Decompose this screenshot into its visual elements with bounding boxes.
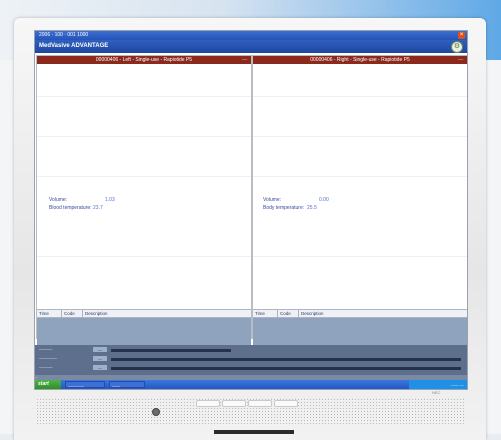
grid-line [37, 256, 251, 257]
right-events-table-header: Time Code Description [253, 309, 467, 318]
col-description[interactable]: Description [299, 310, 461, 317]
volume-label: Volume: [263, 197, 282, 203]
grid-line [37, 96, 251, 97]
status-chip: — [93, 365, 107, 370]
window-title: 2006 · 100 · 001 1000 [39, 32, 89, 38]
temperature-value: 23.7 [93, 205, 103, 211]
right-readout: Volume: 0.00 Body temperature: 25.5 [263, 196, 329, 212]
right-pane-close-icon[interactable]: — [458, 56, 463, 64]
col-time[interactable]: Time [253, 310, 278, 317]
left-events-table-header: Time Code Description [37, 309, 251, 318]
window-titlebar[interactable]: 2006 · 100 · 001 1000 × [35, 31, 467, 40]
col-code[interactable]: Code [278, 310, 299, 317]
taskbar-item[interactable]: —— [109, 381, 145, 388]
status-chip: — [93, 347, 107, 352]
left-pane-header: 00000406 - Left - Single-use - Rapiotide… [37, 56, 251, 64]
status-progress-bar [111, 367, 461, 370]
taskbar-item[interactable]: ———— [65, 381, 105, 388]
status-progress-bar [111, 349, 231, 352]
status-row-label: ——— [39, 365, 53, 370]
left-pane-close-icon[interactable]: — [242, 56, 247, 64]
close-icon[interactable]: × [458, 32, 465, 39]
taskbar: start ———— —— —— — [35, 380, 467, 389]
monitor-button[interactable] [196, 400, 220, 407]
temperature-label: Blood temperature: [49, 205, 92, 211]
status-row-label: ———— [39, 356, 57, 361]
grid-line [253, 96, 467, 97]
monitor-button[interactable] [222, 400, 246, 407]
info-text: ... [35, 375, 38, 379]
volume-value: 1.03 [105, 197, 115, 203]
app-logo-icon: ⚙ [451, 41, 463, 53]
volume-label: Volume: [49, 197, 68, 203]
monitor-stand [214, 430, 294, 434]
left-pane-title: 00000406 - Left - Single-use - Rapiotide… [95, 57, 193, 63]
monitor-buttons [196, 400, 316, 410]
left-pane: 00000406 - Left - Single-use - Rapiotide… [36, 55, 252, 368]
monitor-screen: 2006 · 100 · 001 1000 × MedVasive ADVANT… [34, 30, 468, 390]
grid-line [253, 256, 467, 257]
temperature-label: Body temperature: [263, 205, 305, 211]
app-title: MedVasive ADVANTAGE [39, 43, 109, 49]
grid-line [37, 176, 251, 177]
monitor-button[interactable] [248, 400, 272, 407]
status-panel: ——— — ———— — ——— — [35, 345, 467, 375]
status-row-label: ——— [39, 347, 53, 352]
col-description[interactable]: Description [83, 310, 245, 317]
start-button[interactable]: start [35, 380, 61, 389]
status-progress-bar [111, 358, 461, 361]
grid-line [253, 136, 467, 137]
temperature-value: 25.5 [307, 205, 317, 211]
right-pane-title: 00000406 - Right - Single-use - Rapiotid… [310, 57, 410, 63]
col-time[interactable]: Time [37, 310, 62, 317]
col-code[interactable]: Code [62, 310, 83, 317]
right-pane: 00000406 - Right - Single-use - Rapiotid… [252, 55, 467, 368]
volume-value: 0.00 [319, 197, 329, 203]
status-chip: — [93, 356, 107, 361]
app-header: MedVasive ADVANTAGE ⚙ [35, 40, 467, 53]
left-readout: Volume: 1.03 Blood temperature:23.7 [49, 196, 115, 212]
brand-logo: NEC [432, 390, 441, 395]
right-pane-header: 00000406 - Right - Single-use - Rapiotid… [253, 56, 467, 64]
monitor-button[interactable] [274, 400, 298, 407]
grid-line [253, 176, 467, 177]
system-tray: —— — [409, 380, 467, 389]
monitor-bezel: 2006 · 100 · 001 1000 × MedVasive ADVANT… [14, 18, 486, 440]
grid-line [37, 136, 251, 137]
power-button[interactable] [152, 408, 160, 416]
